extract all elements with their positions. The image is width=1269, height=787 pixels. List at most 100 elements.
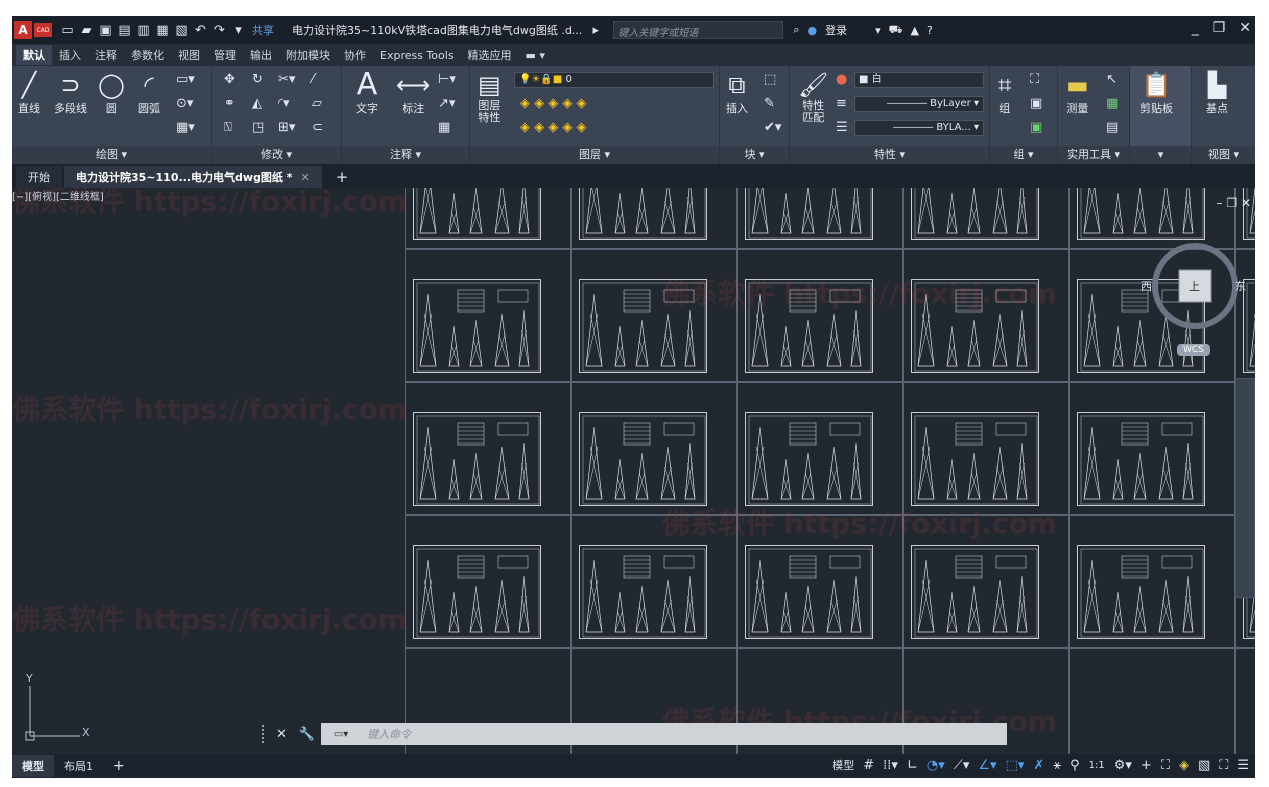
create-block-icon[interactable]: ⬚ xyxy=(764,72,776,87)
tab-addins[interactable]: 附加模块 xyxy=(279,45,337,65)
scale-icon[interactable]: ◳ xyxy=(252,120,264,135)
tower-drawing-sheet[interactable] xyxy=(911,545,1039,639)
ellipse-icon[interactable]: ⊙▾ xyxy=(176,96,193,111)
leader-icon[interactable]: ↗▾ xyxy=(438,96,455,111)
share-button[interactable]: 共享 xyxy=(252,22,274,38)
viewcube[interactable]: 西 上 东 WCS xyxy=(1141,236,1246,356)
copy-icon[interactable]: ⚭ xyxy=(224,96,235,111)
tab-manage[interactable]: 管理 xyxy=(207,45,243,65)
tower-drawing-sheet[interactable] xyxy=(413,279,541,373)
explode-icon[interactable]: ▱ xyxy=(312,96,322,111)
ortho-icon[interactable]: ∟ xyxy=(907,758,918,773)
arc-tool[interactable]: ◜ 圆弧 xyxy=(138,70,160,116)
tower-drawing-sheet[interactable] xyxy=(413,545,541,639)
tab-output[interactable]: 输出 xyxy=(243,45,279,65)
panel-utilities-label[interactable]: 实用工具 ▾ xyxy=(1058,146,1129,164)
customize-dropdown-icon[interactable]: ▾ xyxy=(231,23,246,38)
autodesk-app-icon[interactable]: ▲ xyxy=(910,24,918,37)
save-as-icon[interactable]: ▤ xyxy=(117,23,132,38)
navigation-bar[interactable] xyxy=(1235,378,1255,598)
panel-groups-label[interactable]: 组 ▾ xyxy=(990,146,1057,164)
undo-icon[interactable]: ↶ xyxy=(193,23,208,38)
command-input[interactable]: 键入命令 xyxy=(361,723,1007,745)
ribbon-toggle-icon[interactable]: ▬ ▾ xyxy=(519,47,552,64)
viewport-controls-label[interactable]: [−][俯视][二维线框] xyxy=(12,188,104,203)
tab-collaborate[interactable]: 协作 xyxy=(337,45,373,65)
tower-drawing-sheet[interactable] xyxy=(911,412,1039,506)
tower-drawing-sheet[interactable] xyxy=(413,412,541,506)
block-attr-icon[interactable]: ✔▾ xyxy=(764,120,781,135)
web-mobile-icon[interactable]: ▦ xyxy=(155,23,170,38)
restore-icon[interactable]: ❐ xyxy=(1213,20,1226,36)
wcs-menu[interactable]: WCS xyxy=(1177,344,1210,356)
annotation-visibility-icon[interactable]: ✗ xyxy=(1033,758,1044,773)
command-close-icon[interactable]: ✕ xyxy=(276,727,287,742)
panel-draw-label[interactable]: 绘图 ▾ xyxy=(12,146,211,164)
command-recent-icon[interactable]: ▭▾ xyxy=(321,723,362,745)
new-tab-button[interactable]: + xyxy=(324,166,361,188)
panel-clipboard-label[interactable]: ▾ xyxy=(1130,146,1191,164)
login-dropdown-icon[interactable]: ▾ xyxy=(875,24,881,37)
move-icon[interactable]: ✥ xyxy=(224,72,235,87)
viewport-restore-icon[interactable]: ❐ xyxy=(1226,196,1237,210)
fillet-icon[interactable]: ◜▾ xyxy=(278,96,290,111)
group-select-icon[interactable]: ▣ xyxy=(1030,120,1042,135)
cloud-save-icon[interactable]: ▥ xyxy=(136,23,151,38)
measure-tool[interactable]: ▬ 测量 xyxy=(1066,70,1089,116)
layer-properties-tool[interactable]: ▤ 图层 特性 xyxy=(478,70,501,124)
array-icon[interactable]: ⊞▾ xyxy=(278,120,295,135)
quick-properties-icon[interactable]: ◈ xyxy=(1179,758,1189,773)
viewport-close-icon[interactable]: ✕ xyxy=(1241,196,1251,210)
grid-icon[interactable]: # xyxy=(863,758,874,773)
drawing-canvas[interactable]: 佛系软件 https://foxirj.com 佛系软件 https://fox… xyxy=(12,188,1255,754)
units-icon[interactable]: ⛶ xyxy=(1161,758,1170,773)
save-icon[interactable]: ▣ xyxy=(98,23,113,38)
group-edit-icon[interactable]: ▣ xyxy=(1030,96,1042,111)
line-tool[interactable]: ╱ 直线 xyxy=(18,70,40,116)
tower-drawing-sheet[interactable] xyxy=(745,545,873,639)
viewcube-top-face[interactable]: 上 xyxy=(1189,278,1200,294)
help-icon[interactable]: ? xyxy=(927,24,933,37)
tower-drawing-sheet[interactable] xyxy=(579,412,707,506)
tab-insert[interactable]: 插入 xyxy=(52,45,88,65)
annotation-scale-value[interactable]: 1:1 xyxy=(1089,760,1105,771)
insert-tool[interactable]: ⧉ 插入 xyxy=(726,70,748,116)
panel-properties-label[interactable]: 特性 ▾ xyxy=(790,146,989,164)
lineweight-dropdown[interactable]: ―――― BYLA... ▾ xyxy=(854,120,984,136)
command-line-grip[interactable] xyxy=(262,725,270,743)
workspace-gear-icon[interactable]: ⚙▾ xyxy=(1114,758,1132,773)
customize-menu-icon[interactable]: ☰ xyxy=(1237,758,1249,773)
redo-icon[interactable]: ↷ xyxy=(212,23,227,38)
polar-icon[interactable]: ◔▾ xyxy=(927,758,945,773)
plot-icon[interactable]: ▧ xyxy=(174,23,189,38)
tower-drawing-sheet[interactable] xyxy=(1077,188,1205,240)
tower-drawing-sheet[interactable] xyxy=(579,545,707,639)
tab-featured-apps[interactable]: 精选应用 xyxy=(461,45,519,65)
tower-drawing-sheet[interactable] xyxy=(911,188,1039,240)
circle-tool[interactable]: ◯ 圆 xyxy=(98,70,125,116)
close-icon[interactable]: ✕ xyxy=(1239,20,1251,36)
layer-dropdown[interactable]: 💡☀🔒■ 0 xyxy=(514,72,714,88)
quick-select-icon[interactable]: ▦ xyxy=(1106,96,1118,111)
table-icon[interactable]: ▦ xyxy=(438,120,450,135)
calculator-icon[interactable]: ▤ xyxy=(1106,120,1118,135)
rotate-icon[interactable]: ↻ xyxy=(252,72,263,87)
panel-modify-label[interactable]: 修改 ▾ xyxy=(212,146,341,164)
dimension-tool[interactable]: ⟷ 标注 xyxy=(396,70,430,116)
fullscreen-icon[interactable]: ⛶ xyxy=(1219,758,1228,773)
offset-icon[interactable]: ⊂ xyxy=(312,120,323,135)
layer-tools-row2-icon[interactable]: ◈ ◈ ◈ ◈ ◈ xyxy=(520,120,587,135)
polyline-tool[interactable]: ⊃ 多段线 xyxy=(54,70,87,116)
hatch-icon[interactable]: ▦▾ xyxy=(176,120,195,135)
group-tool[interactable]: ⌗ 组 xyxy=(998,70,1012,116)
rectangle-icon[interactable]: ▭▾ xyxy=(176,72,195,87)
tab-express-tools[interactable]: Express Tools xyxy=(373,47,461,64)
app-logo[interactable]: A xyxy=(14,21,32,39)
match-properties-tool[interactable]: 🖌 特性 匹配 xyxy=(798,70,828,124)
minimize-icon[interactable]: _ xyxy=(1192,20,1199,36)
mirror-icon[interactable]: ◭ xyxy=(252,96,262,111)
hardware-acceleration-icon[interactable]: ▧ xyxy=(1198,758,1210,773)
command-customize-icon[interactable]: 🔧 xyxy=(299,727,315,742)
layout-tab-model[interactable]: 模型 xyxy=(12,755,54,777)
tower-drawing-sheet[interactable] xyxy=(413,188,541,240)
